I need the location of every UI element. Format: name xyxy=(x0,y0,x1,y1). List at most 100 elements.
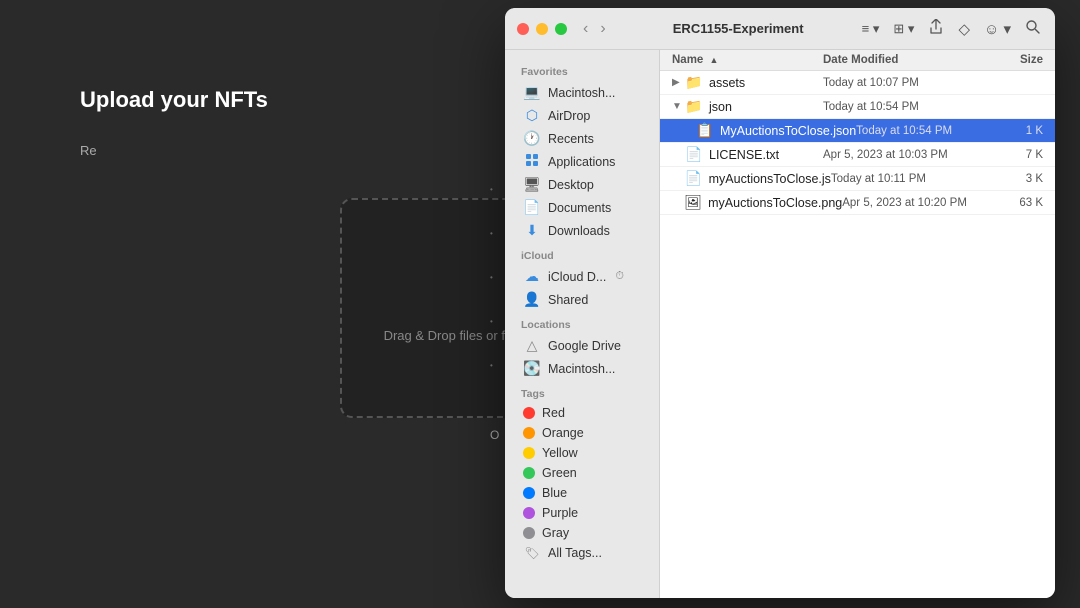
recents-icon: 🕐 xyxy=(523,130,541,147)
action-button[interactable]: ☺ ▾ xyxy=(981,17,1014,41)
file-row[interactable]: ▶ 📁 assets Today at 10:07 PM xyxy=(660,71,1055,95)
sidebar-item-label: Macintosh... xyxy=(548,86,615,100)
file-size: 7 K xyxy=(983,149,1043,161)
minimize-button[interactable] xyxy=(536,23,548,35)
date-column-header[interactable]: Date Modified xyxy=(823,54,983,66)
google-drive-icon: △ xyxy=(523,337,541,354)
tag-label: Green xyxy=(542,466,577,480)
folder-icon: 📁 xyxy=(685,74,703,91)
sidebar-item-shared[interactable]: 👤 Shared xyxy=(509,288,655,311)
forward-button[interactable]: › xyxy=(596,18,609,40)
sidebar-tag-red[interactable]: Red xyxy=(509,403,655,423)
sidebar-item-label: Google Drive xyxy=(548,339,621,353)
icloud-header: iCloud xyxy=(505,242,659,265)
toolbar-icons: ≡ ▾ ⊞ ▾ ◇ ☺ ▾ xyxy=(859,16,1043,42)
tags-header: Tags xyxy=(505,380,659,403)
file-row[interactable]: 📋 MyAuctionsToClose.json Today at 10:54 … xyxy=(660,119,1055,143)
sidebar-tag-blue[interactable]: Blue xyxy=(509,483,655,503)
sort-arrow: ▲ xyxy=(710,55,719,65)
file-list: Name ▲ Date Modified Size ▶ 📁 assets Tod… xyxy=(660,50,1055,598)
sidebar-item-label: Shared xyxy=(548,293,588,307)
sidebar-item-macintosh[interactable]: 💻 Macintosh... xyxy=(509,81,655,104)
sidebar-item-airdrop[interactable]: ⬡ AirDrop xyxy=(509,104,655,127)
file-row[interactable]: ▶ 📄 myAuctionsToClose.js Today at 10:11 … xyxy=(660,167,1055,191)
sidebar-item-icloud-drive[interactable]: ☁ iCloud D... ⏱ xyxy=(509,265,655,288)
tag-label: All Tags... xyxy=(548,546,602,560)
file-date: Today at 10:54 PM xyxy=(823,101,983,113)
sidebar-item-recents[interactable]: 🕐 Recents xyxy=(509,127,655,150)
locations-header: Locations xyxy=(505,311,659,334)
file-name: assets xyxy=(709,76,823,90)
file-row[interactable]: ▶ 🖼 myAuctionsToClose.png Apr 5, 2023 at… xyxy=(660,191,1055,215)
macintosh-icon: 💻 xyxy=(523,84,541,101)
red-tag-dot xyxy=(523,407,535,419)
file-size: 63 K xyxy=(988,197,1043,209)
sidebar-tag-orange[interactable]: Orange xyxy=(509,423,655,443)
applications-icon xyxy=(523,153,541,170)
blue-tag-dot xyxy=(523,487,535,499)
chevron-right-icon: ▶ xyxy=(672,77,682,88)
close-button[interactable] xyxy=(517,23,529,35)
sidebar-item-label: Desktop xyxy=(548,178,594,192)
grid-view-button[interactable]: ⊞ ▾ xyxy=(890,18,917,40)
sidebar-tag-all[interactable]: 🏷 All Tags... xyxy=(509,543,655,563)
tag-label: Red xyxy=(542,406,565,420)
png-file-icon: 🖼 xyxy=(684,194,702,211)
icloud-icon: ☁ xyxy=(523,268,541,285)
tag-label: Blue xyxy=(542,486,567,500)
traffic-lights xyxy=(517,23,567,35)
file-date: Today at 10:11 PM xyxy=(831,173,985,185)
search-button[interactable] xyxy=(1022,16,1043,41)
sidebar-item-label: Macintosh... xyxy=(548,362,615,376)
sidebar-item-label: Documents xyxy=(548,201,611,215)
sidebar-item-label: Applications xyxy=(548,155,615,169)
gray-tag-dot xyxy=(523,527,535,539)
folder-icon: 📁 xyxy=(685,98,703,115)
zoom-button[interactable] xyxy=(555,23,567,35)
tag-label: Gray xyxy=(542,526,569,540)
sidebar-item-google-drive[interactable]: △ Google Drive xyxy=(509,334,655,357)
sidebar-tag-yellow[interactable]: Yellow xyxy=(509,443,655,463)
purple-tag-dot xyxy=(523,507,535,519)
tag-button[interactable]: ◇ xyxy=(955,17,973,41)
downloads-icon: ⬇ xyxy=(523,222,541,239)
green-tag-dot xyxy=(523,467,535,479)
file-row[interactable]: ▶ 📄 LICENSE.txt Apr 5, 2023 at 10:03 PM … xyxy=(660,143,1055,167)
tag-label: Purple xyxy=(542,506,578,520)
file-date: Today at 10:07 PM xyxy=(823,77,983,89)
file-date: Apr 5, 2023 at 10:03 PM xyxy=(823,149,983,161)
macintosh2-icon: 💽 xyxy=(523,360,541,377)
sidebar-item-macintosh2[interactable]: 💽 Macintosh... xyxy=(509,357,655,380)
file-row[interactable]: ▼ 📁 json Today at 10:54 PM xyxy=(660,95,1055,119)
documents-icon: 📄 xyxy=(523,199,541,216)
all-tags-icon: 🏷 xyxy=(523,546,541,560)
sidebar-item-documents[interactable]: 📄 Documents xyxy=(509,196,655,219)
json-file-icon: 📋 xyxy=(696,122,714,139)
back-button[interactable]: ‹ xyxy=(579,18,592,40)
js-file-icon: 📄 xyxy=(685,170,703,187)
file-size: 3 K xyxy=(985,173,1043,185)
share-button[interactable] xyxy=(925,16,947,42)
nav-buttons: ‹ › xyxy=(579,18,610,40)
sidebar-tag-green[interactable]: Green xyxy=(509,463,655,483)
list-view-button[interactable]: ≡ ▾ xyxy=(859,18,883,40)
shared-icon: 👤 xyxy=(523,291,541,308)
file-size: 1 K xyxy=(992,125,1043,137)
size-column-header[interactable]: Size xyxy=(983,54,1043,66)
sidebar-item-label: iCloud D... xyxy=(548,270,606,284)
tag-label: Yellow xyxy=(542,446,578,460)
sidebar-item-label: AirDrop xyxy=(548,109,590,123)
sidebar-item-desktop[interactable]: 🖥 Desktop xyxy=(509,173,655,196)
sidebar-item-applications[interactable]: Applications xyxy=(509,150,655,173)
bg-app-title: Upload your NFTs xyxy=(80,87,268,113)
sidebar-item-downloads[interactable]: ⬇ Downloads xyxy=(509,219,655,242)
file-name: LICENSE.txt xyxy=(709,148,823,162)
content-area: Favorites 💻 Macintosh... ⬡ AirDrop 🕐 Rec… xyxy=(505,50,1055,598)
file-name: myAuctionsToClose.png xyxy=(708,196,842,210)
file-date: Today at 10:54 PM xyxy=(856,125,992,137)
sidebar-tag-purple[interactable]: Purple xyxy=(509,503,655,523)
name-column-header[interactable]: Name ▲ xyxy=(672,54,823,66)
sidebar-tag-gray[interactable]: Gray xyxy=(509,523,655,543)
window-title: ERC1155-Experiment xyxy=(618,21,859,36)
finder-window: ‹ › ERC1155-Experiment ≡ ▾ ⊞ ▾ ◇ ☺ ▾ xyxy=(505,8,1055,598)
